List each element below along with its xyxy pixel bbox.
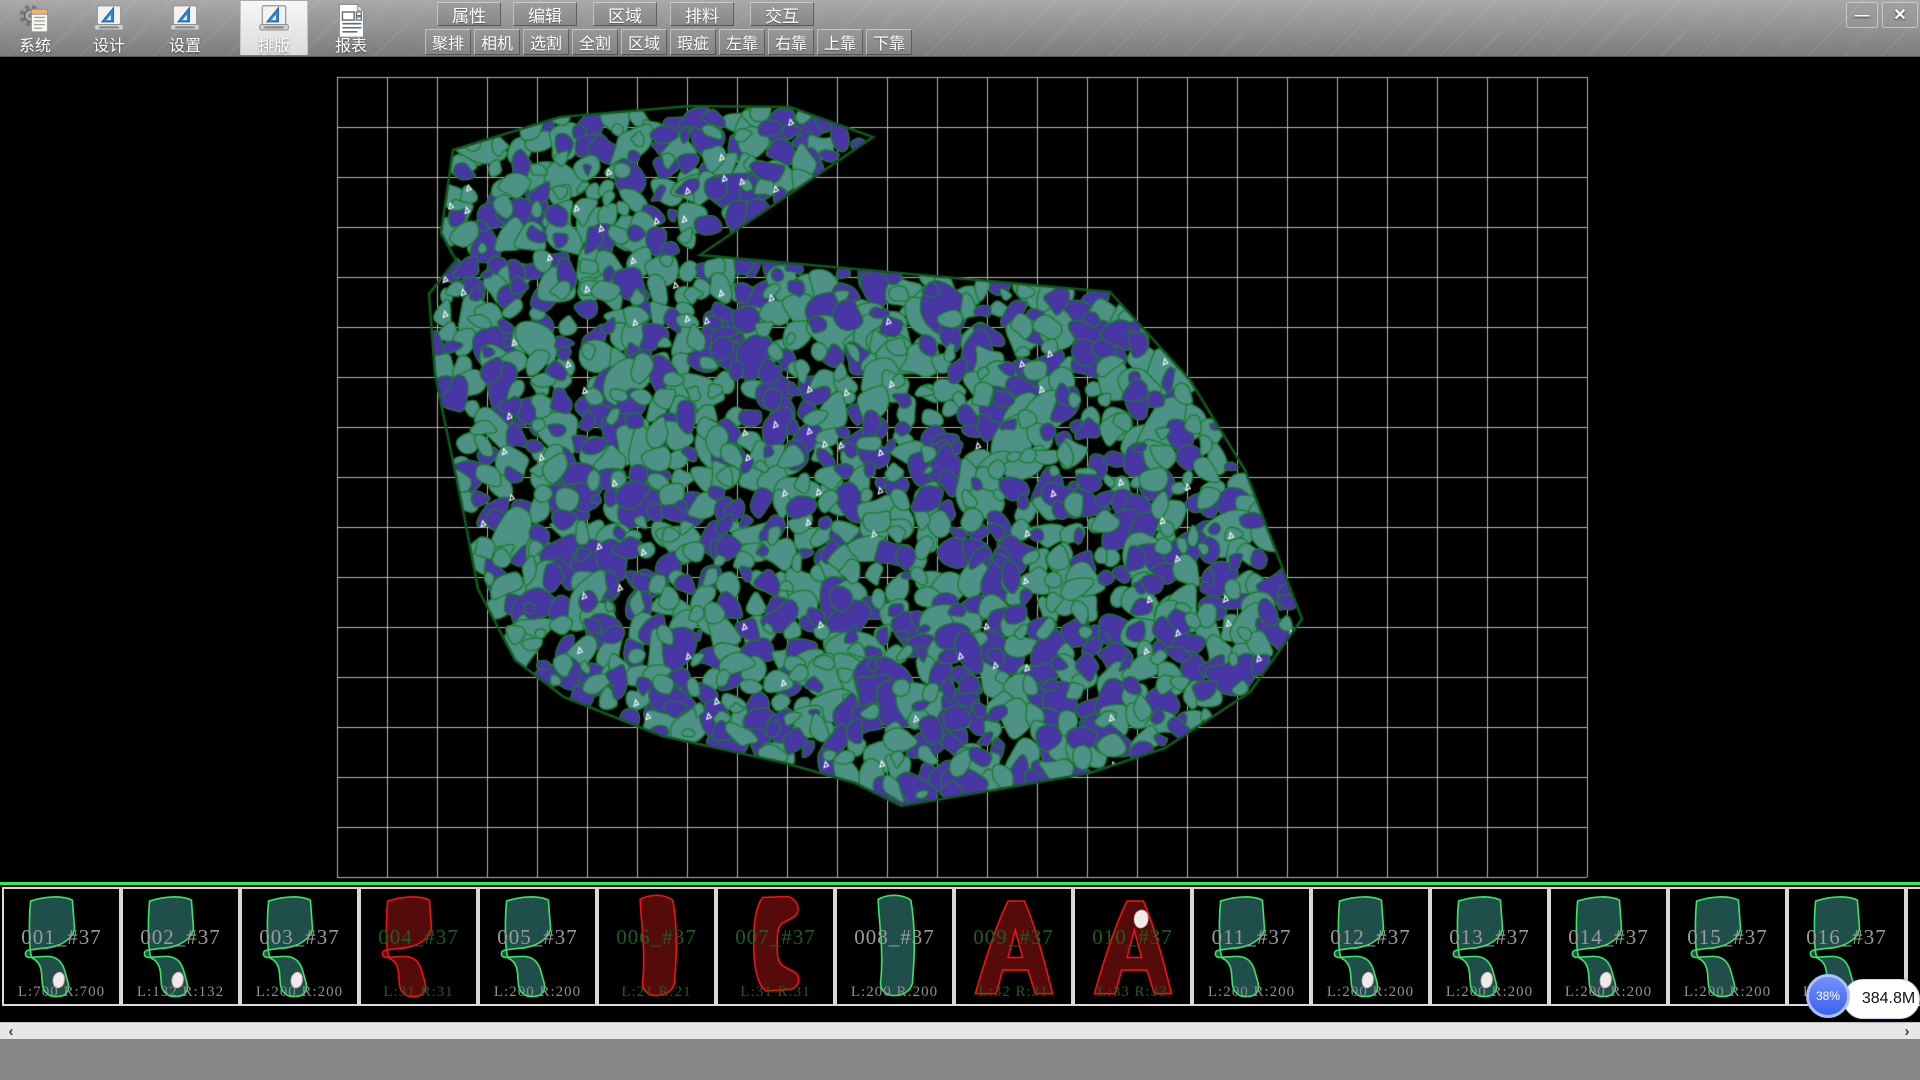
scroll-right-arrow-icon[interactable]: › [1898, 1023, 1916, 1039]
nesting-ruler-icon [241, 1, 307, 39]
nesting-canvas[interactable] [0, 56, 1920, 882]
horizontal-scrollbar[interactable]: ‹ › [0, 1022, 1920, 1039]
part-lr-count: L:700 R:700 [4, 984, 119, 1001]
part-id-label: 008_#37 [837, 925, 952, 950]
part-id-label: 006_#37 [599, 925, 714, 950]
part-thumbnail-1[interactable]: 001_#37 L:700 R:700 [2, 887, 121, 1006]
app-tab-5[interactable]: 报表 [318, 1, 384, 55]
progress-badge[interactable]: 384.8M 38% [1806, 974, 1920, 1024]
part-thumbnail-15[interactable]: 015_#37 L:200 R:200 [1668, 887, 1787, 1006]
part-lr-count: L:132 R:132 [123, 984, 238, 1001]
part-id-label: 005_#37 [480, 925, 595, 950]
part-lr-count: L:200 R:200 [1194, 984, 1309, 1001]
top-toolbar: 系统设计设置排版报表 属性编辑区域排料交互 聚排相机选割全割区域瑕疵左靠右靠上靠… [0, 0, 1920, 57]
part-thumbnail-10[interactable]: 010_#37 L:33 R:33 [1073, 887, 1192, 1006]
tool-button-9[interactable]: 上靠 [817, 29, 863, 55]
tool-button-7[interactable]: 左靠 [719, 29, 765, 55]
part-id-label: 011_#37 [1194, 925, 1309, 950]
menu-tab-5[interactable]: 交互 [750, 2, 814, 26]
part-id-label: 012_#37 [1313, 925, 1428, 950]
part-lr-count: L:200 R:200 [1670, 984, 1785, 1001]
part-lr-count: L:31 R:31 [718, 984, 833, 1001]
part-id-label: 017_#37 [1908, 925, 1920, 950]
app-tab-label: 系统 [2, 39, 68, 54]
tool-button-1[interactable]: 聚排 [425, 29, 471, 55]
app-tab-label: 排版 [241, 39, 307, 54]
minimize-button[interactable]: — [1846, 2, 1878, 28]
part-lr-count: L:33 R:33 [1075, 984, 1190, 1001]
part-thumbnail-5[interactable]: 005_#37 L:200 R:200 [478, 887, 597, 1006]
part-lr-count: L:21 R:21 [599, 984, 714, 1001]
part-id-label: 010_#37 [1075, 925, 1190, 950]
report-document-icon [318, 1, 384, 39]
part-thumbnail-14[interactable]: 014_#37 L:200 R:200 [1549, 887, 1668, 1006]
tool-button-2[interactable]: 相机 [474, 29, 520, 55]
tool-button-8[interactable]: 右靠 [768, 29, 814, 55]
memory-pill: 384.8M [1843, 979, 1920, 1019]
system-gear-icon [2, 1, 68, 39]
part-lr-count: L:200 R:200 [480, 984, 595, 1001]
tool-button-5[interactable]: 区域 [621, 29, 667, 55]
menu-tab-2[interactable]: 编辑 [513, 2, 577, 26]
part-thumbnail-12[interactable]: 012_#37 L:200 R:200 [1311, 887, 1430, 1006]
part-thumbnail-11[interactable]: 011_#37 L:200 R:200 [1192, 887, 1311, 1006]
tool-button-3[interactable]: 选割 [523, 29, 569, 55]
close-button[interactable]: ✕ [1882, 2, 1918, 28]
part-thumbnail-13[interactable]: 013_#37 L:200 R:200 [1430, 887, 1549, 1006]
parts-thumbnail-strip: 001_#37L:700 R:700002_#37L:132 R:132003_… [0, 882, 1920, 1022]
part-lr-count: L:200 R:200 [1432, 984, 1547, 1001]
part-lr-count: L:32 R:31 [956, 984, 1071, 1001]
part-id-label: 002_#37 [123, 925, 238, 950]
part-thumbnail-8[interactable]: 008_#37 L:200 R:200 [835, 887, 954, 1006]
app-tab-3[interactable]: 设置 [152, 1, 218, 55]
menu-tab-1[interactable]: 属性 [437, 2, 501, 26]
menu-tab-3[interactable]: 区域 [593, 2, 657, 26]
tool-button-4[interactable]: 全割 [572, 29, 618, 55]
app-tab-label: 报表 [318, 39, 384, 54]
design-ruler-icon [76, 1, 142, 39]
part-id-label: 015_#37 [1670, 925, 1785, 950]
part-thumbnail-7[interactable]: 007_#37 L:31 R:31 [716, 887, 835, 1006]
part-id-label: 007_#37 [718, 925, 833, 950]
part-thumbnail-2[interactable]: 002_#37 L:132 R:132 [121, 887, 240, 1006]
part-id-label: 013_#37 [1432, 925, 1547, 950]
part-lr-count: L:31 R:31 [361, 984, 476, 1001]
app-tab-label: 设置 [152, 39, 218, 54]
part-thumbnail-4[interactable]: 004_#37 L:31 R:31 [359, 887, 478, 1006]
part-thumbnail-6[interactable]: 006_#37 L:21 R:21 [597, 887, 716, 1006]
strip-highlight-line [0, 882, 1920, 885]
tool-button-10[interactable]: 下靠 [866, 29, 912, 55]
tool-button-6[interactable]: 瑕疵 [670, 29, 716, 55]
part-id-label: 003_#37 [242, 925, 357, 950]
part-id-label: 001_#37 [4, 925, 119, 950]
app-tab-4[interactable]: 排版 [240, 1, 308, 55]
app-tab-1[interactable]: 系统 [2, 1, 68, 55]
app-tab-2[interactable]: 设计 [76, 1, 142, 55]
part-id-label: 004_#37 [361, 925, 476, 950]
part-lr-count: L:200 R:200 [242, 984, 357, 1001]
part-thumbnail-3[interactable]: 003_#37 L:200 R:200 [240, 887, 359, 1006]
status-bar [0, 1039, 1920, 1080]
part-lr-count: L:200 R:200 [837, 984, 952, 1001]
part-thumbnail-9[interactable]: 009_#37 L:32 R:31 [954, 887, 1073, 1006]
menu-tab-4[interactable]: 排料 [670, 2, 734, 26]
settings-ruler-icon [152, 1, 218, 39]
app-tab-label: 设计 [76, 39, 142, 54]
part-lr-count: L:200 R:200 [1551, 984, 1666, 1001]
scroll-left-arrow-icon[interactable]: ‹ [2, 1023, 20, 1039]
progress-disc: 38% [1806, 974, 1850, 1018]
app-window: { "window": { "minimize": "—", "close": … [0, 0, 1920, 1080]
part-id-label: 009_#37 [956, 925, 1071, 950]
part-lr-count: L:200 R:200 [1313, 984, 1428, 1001]
part-id-label: 016_#37 [1789, 925, 1904, 950]
part-id-label: 014_#37 [1551, 925, 1666, 950]
